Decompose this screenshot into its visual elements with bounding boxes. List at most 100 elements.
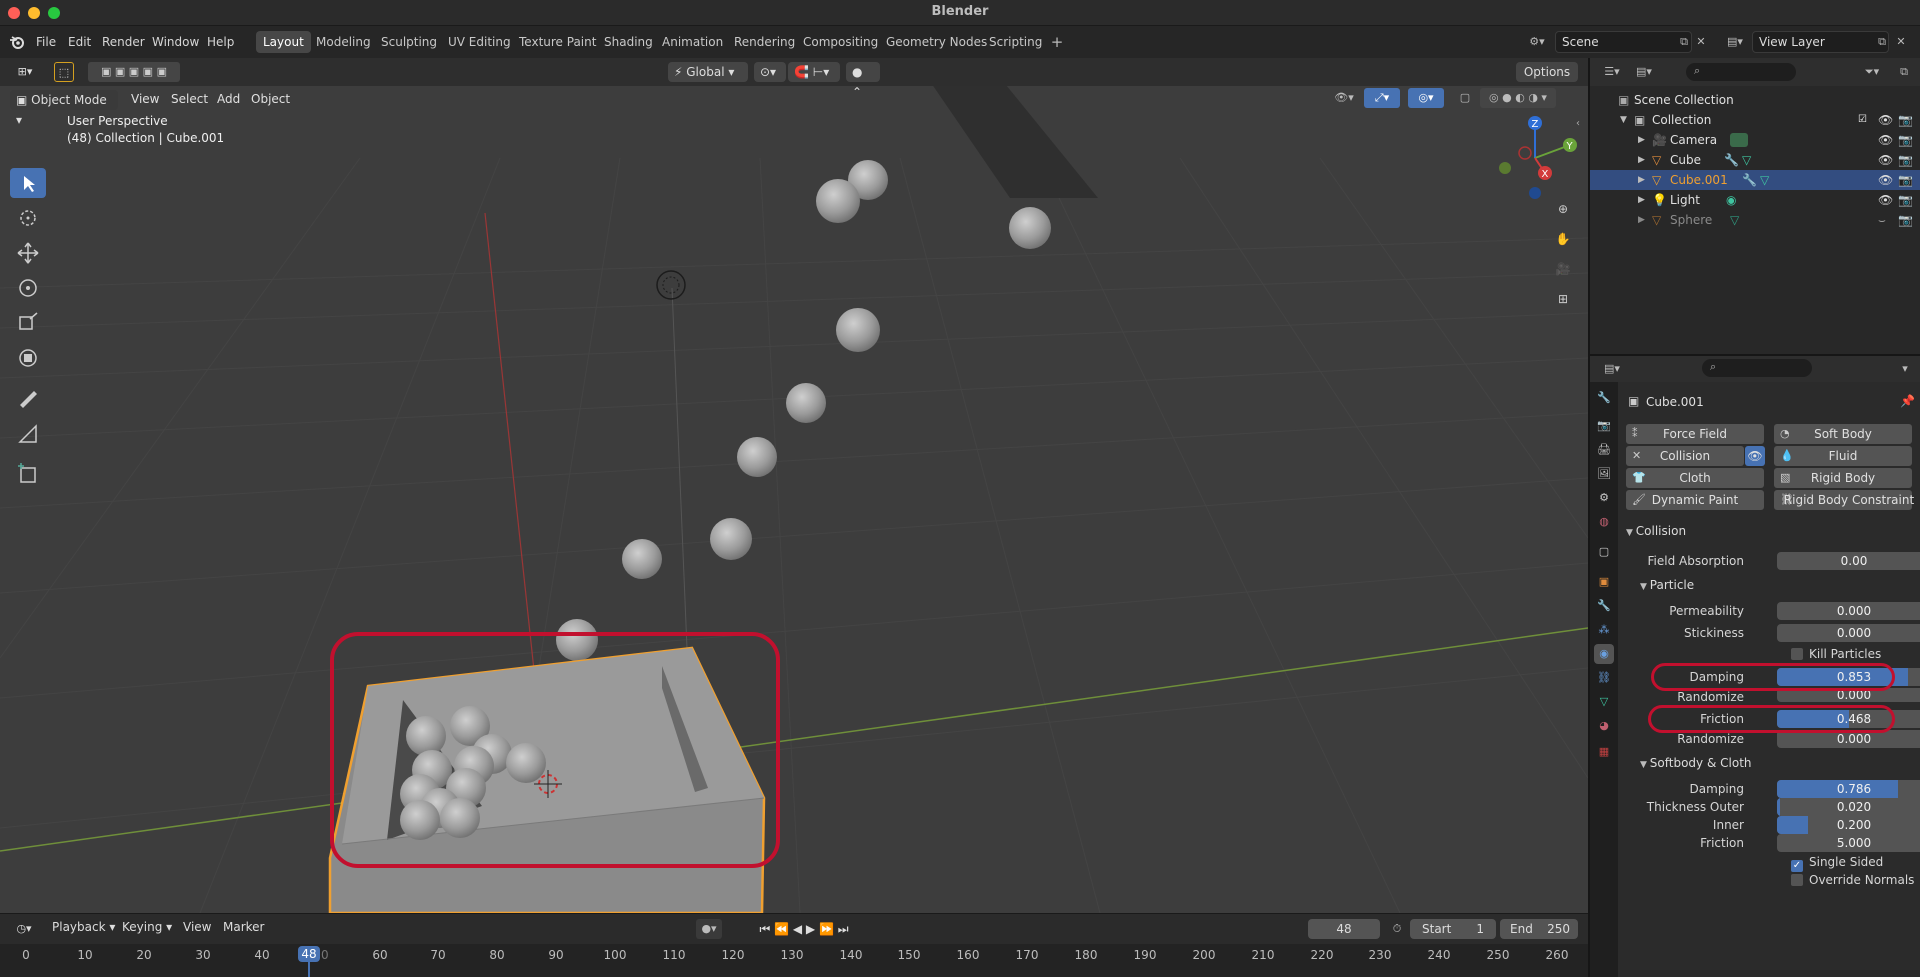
scale-tool-icon[interactable] — [10, 308, 46, 338]
timeline-ruler[interactable]: 0 10 20 30 40 50 60 70 80 90 100 110 120… — [0, 944, 1588, 977]
playhead[interactable]: 48 — [298, 946, 320, 962]
new-view-layer-icon[interactable]: ⧉ — [1874, 32, 1890, 52]
stickiness-field[interactable]: 0.000 — [1777, 624, 1920, 642]
softbody-cloth-section-header[interactable]: ▼ Softbody & Cloth — [1640, 756, 1752, 770]
hidden-eye-icon[interactable]: ⌣ — [1878, 210, 1886, 230]
navigation-gizmo[interactable]: Z Y X — [1490, 113, 1580, 203]
auto-keying-icon[interactable]: ●▾ — [696, 919, 722, 939]
timeline-marker-menu[interactable]: Marker — [223, 920, 264, 934]
pivot-point-icon[interactable]: ⊙▾ — [754, 62, 786, 82]
viewport-menu-select[interactable]: Select — [171, 90, 208, 108]
menu-window[interactable]: Window — [152, 33, 199, 51]
collision-section-header[interactable]: ▼ Collision — [1626, 524, 1686, 538]
output-tab-icon[interactable]: 🖨 — [1594, 440, 1614, 460]
camera-restrict-icon[interactable]: 📷 — [1898, 190, 1913, 210]
tab-layout[interactable]: Layout — [256, 31, 311, 53]
view-layer-selector[interactable]: View Layer — [1752, 31, 1889, 53]
orthographic-grid-icon[interactable]: ⊞ — [1552, 288, 1574, 310]
tab-rendering[interactable]: Rendering — [727, 31, 802, 53]
select-box-tool-icon[interactable] — [10, 168, 46, 198]
outliner-row-cube[interactable]: ▶ ▽ Cube 🔧 ▽ 👁 📷 — [1590, 150, 1920, 170]
object-mode-dropdown[interactable]: ▣ Object Mode ▾ — [10, 90, 118, 127]
outliner-search-input[interactable]: ⌕ — [1686, 63, 1796, 81]
collection-tab-icon[interactable]: ▢ — [1594, 542, 1614, 562]
camera-restrict-icon[interactable]: 📷 — [1898, 130, 1913, 150]
xray-icon[interactable]: ▢ — [1456, 88, 1474, 108]
expand-arrow-icon[interactable]: ▶ — [1638, 170, 1645, 190]
rigid-body-constraint-button[interactable]: ⛓ Rigid Body Constraint — [1774, 490, 1914, 510]
force-field-button[interactable]: ⁑ Force Field — [1626, 424, 1764, 444]
timeline-editor-type-icon[interactable]: ◷▾ — [10, 919, 38, 939]
object-tab-icon[interactable]: ▣ — [1594, 572, 1614, 592]
world-tab-icon[interactable]: ◍ — [1594, 512, 1614, 532]
outliner-row-collection[interactable]: ▼ ▣ Collection ☑ 👁 📷 — [1590, 110, 1920, 130]
cloth-button[interactable]: 👕 Cloth — [1626, 468, 1764, 488]
tab-shading[interactable]: Shading — [597, 31, 660, 53]
delete-scene-icon[interactable]: ✕ — [1694, 32, 1708, 52]
thickness-outer-slider[interactable]: 0.020 — [1777, 798, 1920, 816]
sb-friction-field[interactable]: 5.000 — [1777, 834, 1920, 852]
menu-render[interactable]: Render — [102, 33, 145, 51]
snap-icon[interactable]: 🧲 ⊢▾ — [788, 62, 840, 82]
tab-scripting[interactable]: Scripting — [982, 31, 1049, 53]
blender-logo-icon[interactable] — [9, 34, 25, 50]
timer-icon[interactable]: ⏱ — [1388, 919, 1406, 939]
outliner-row-scene-collection[interactable]: ▣ Scene Collection — [1590, 90, 1920, 110]
visibility-icon[interactable]: 👁▾ — [1330, 88, 1358, 108]
fluid-button[interactable]: 💧 Fluid — [1774, 446, 1912, 466]
3d-viewport[interactable]: ⊞▾ ⬚ ▣ ▣ ▣ ▣ ▣ ⚡ Global ▾ ⊙▾ 🧲 ⊢▾ ● ⌃ Op… — [0, 58, 1588, 913]
physics-tab-icon[interactable]: ◉ — [1594, 644, 1614, 664]
timeline-view-menu[interactable]: View — [183, 920, 211, 934]
expand-arrow-icon[interactable]: ▶ — [1638, 150, 1645, 170]
scene-tab-icon[interactable]: ⚙ — [1594, 488, 1614, 508]
end-frame-field[interactable]: End 250 — [1500, 919, 1578, 939]
tab-compositing[interactable]: Compositing — [796, 31, 885, 53]
tab-animation[interactable]: Animation — [655, 31, 730, 53]
measure-tool-icon[interactable] — [10, 418, 46, 448]
add-cube-tool-icon[interactable] — [10, 458, 46, 488]
soft-body-button[interactable]: ◔ Soft Body — [1774, 424, 1912, 444]
viewport-menu-add[interactable]: Add — [217, 90, 240, 108]
outliner-row-light[interactable]: ▶ 💡 Light ◉ 👁 📷 — [1590, 190, 1920, 210]
camera-restrict-icon[interactable]: 📷 — [1898, 210, 1913, 230]
zoom-icon[interactable]: ⊕ — [1552, 198, 1574, 220]
collision-visibility-eye-icon[interactable]: 👁 — [1745, 446, 1765, 466]
select-tool-icon[interactable]: ⬚ — [54, 62, 74, 82]
overlay-toggle-icon[interactable]: ◎▾ — [1408, 88, 1444, 108]
menu-file[interactable]: File — [36, 33, 56, 51]
timeline-playback-menu[interactable]: Playback ▾ — [52, 920, 115, 934]
constraints-tab-icon[interactable]: ⛓ — [1594, 668, 1614, 688]
sb-damping-slider[interactable]: 0.786 — [1777, 780, 1920, 798]
camera-restrict-icon[interactable]: 📷 — [1898, 170, 1913, 190]
gizmo-toggle-icon[interactable]: ⤢▾ — [1364, 88, 1400, 108]
scene-browse-icon[interactable]: ⚙▾ — [1522, 32, 1552, 52]
expand-arrow-icon[interactable]: ▼ — [1620, 110, 1627, 130]
tab-texture-paint[interactable]: Texture Paint — [512, 31, 603, 53]
filter-icon[interactable]: ⏷▾ — [1858, 62, 1886, 82]
particle-section-header[interactable]: ▼ Particle — [1640, 578, 1694, 592]
camera-restrict-icon[interactable]: 📷 — [1898, 110, 1913, 130]
move-tool-icon[interactable] — [10, 238, 46, 268]
tool-tab-icon[interactable]: 🔧 — [1594, 388, 1614, 408]
selection-mode-buttons[interactable]: ▣ ▣ ▣ ▣ ▣ — [88, 62, 180, 82]
eye-icon[interactable]: 👁 — [1878, 170, 1893, 190]
material-tab-icon[interactable]: ◕ — [1594, 716, 1614, 736]
tab-uv-editing[interactable]: UV Editing — [441, 31, 518, 53]
particles-tab-icon[interactable]: ⁂ — [1594, 620, 1614, 640]
outliner-row-cube-001[interactable]: ▶ ▽ Cube.001 🔧 ▽ 👁 📷 — [1590, 170, 1920, 190]
tab-modeling[interactable]: Modeling — [309, 31, 378, 53]
properties-options-icon[interactable]: ▾ — [1896, 359, 1914, 379]
current-frame-field[interactable]: 48 — [1308, 919, 1380, 939]
cursor-tool-icon[interactable] — [10, 203, 46, 233]
eye-icon[interactable]: 👁 — [1878, 190, 1893, 210]
outliner-row-camera[interactable]: ▶ 🎥 Camera 👁 📷 — [1590, 130, 1920, 150]
start-frame-field[interactable]: Start 1 — [1410, 919, 1496, 939]
annotate-tool-icon[interactable] — [10, 383, 46, 413]
rigid-body-button[interactable]: ▧ Rigid Body — [1774, 468, 1912, 488]
eye-icon[interactable]: 👁 — [1878, 130, 1893, 150]
view-layer-browse-icon[interactable]: ▤▾ — [1722, 32, 1748, 52]
outliner-row-sphere[interactable]: ▶ ▽ Sphere ▽ ⌣ 📷 — [1590, 210, 1920, 230]
texture-tab-icon[interactable]: ▦ — [1594, 742, 1614, 762]
properties-editor-type-icon[interactable]: ▤▾ — [1598, 359, 1626, 379]
editor-type-icon[interactable]: ⊞▾ — [10, 62, 40, 82]
